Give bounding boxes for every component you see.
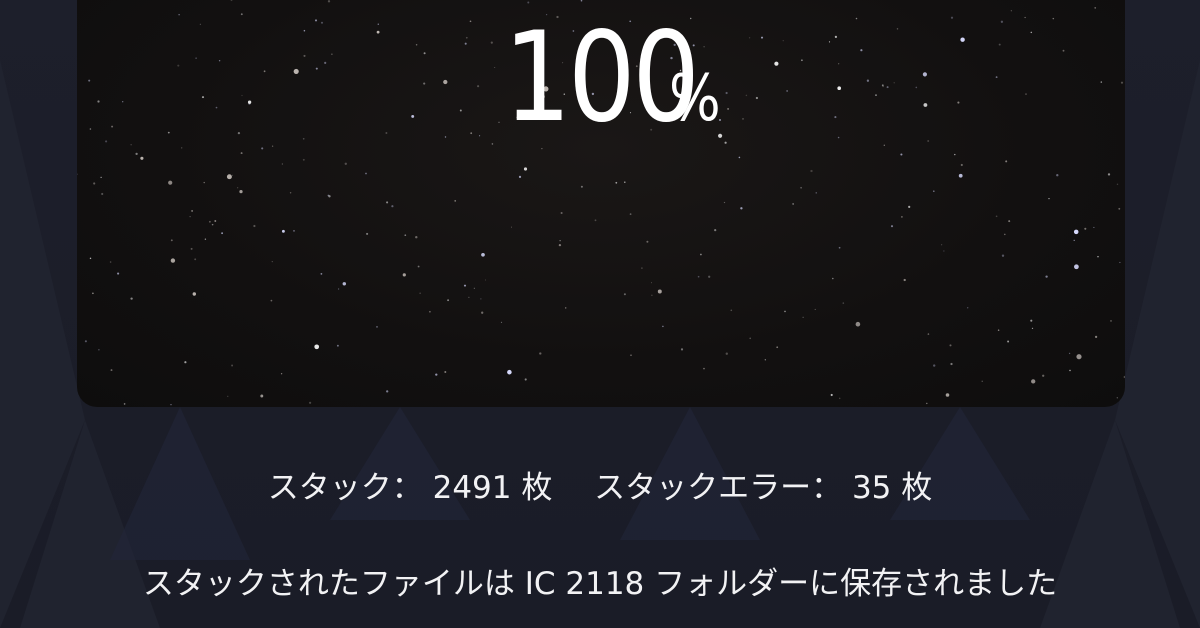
stack-unit: 枚 (521, 470, 553, 506)
stack-error-count: 35 (851, 470, 892, 506)
status-message: スタックされたファイルは IC 2118 フォルダーに保存されました (142, 566, 1058, 602)
progress-value: 100 (503, 6, 701, 150)
stacking-complete-screen: 100% スタック： 2491 枚 スタックエラー： 35 枚 スタックされたフ… (0, 0, 1200, 628)
stack-preview-image: 100% (77, 0, 1125, 407)
stack-error-unit: 枚 (901, 470, 933, 506)
progress-indicator: 100% (77, 16, 1125, 140)
stack-count: 2491 (432, 470, 512, 506)
stack-stats: スタック： 2491 枚 スタックエラー： 35 枚 (0, 462, 1200, 507)
progress-unit: % (668, 62, 721, 136)
stack-label: スタック： (267, 470, 423, 506)
stack-error-label: スタックエラー： (594, 470, 843, 506)
